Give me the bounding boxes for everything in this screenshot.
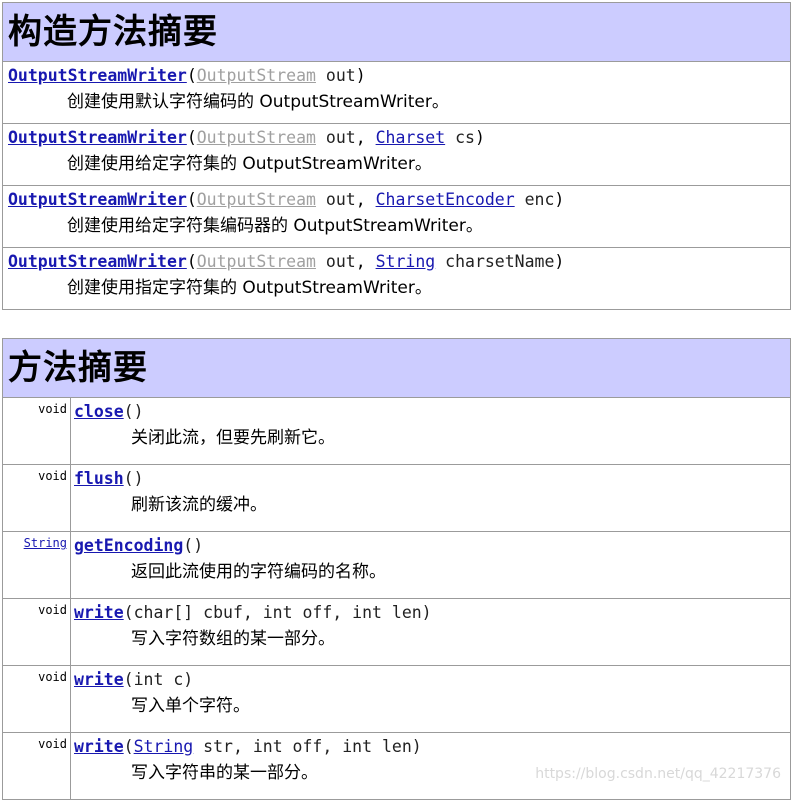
constructor-cell: OutputStreamWriter(OutputStream out) 创建使用… bbox=[2, 61, 791, 124]
param-type-link[interactable]: String bbox=[134, 737, 194, 756]
method-signature: close() bbox=[71, 398, 790, 422]
return-type: void bbox=[38, 469, 67, 483]
method-name-link[interactable]: write bbox=[74, 603, 124, 622]
return-type-link[interactable]: String bbox=[24, 536, 67, 550]
constructor-summary-header: 构造方法摘要 bbox=[2, 2, 791, 62]
method-description: 返回此流使用的字符编码的名称。 bbox=[131, 562, 386, 582]
method-cell: write(int c) 写入单个字符。 bbox=[70, 665, 791, 733]
method-name-link[interactable]: write bbox=[74, 737, 124, 756]
return-type: void bbox=[38, 737, 67, 751]
method-params: (char[] cbuf, int off, int len) bbox=[123, 603, 432, 622]
param-type-link[interactable]: Charset bbox=[376, 128, 446, 147]
param-name: charsetName bbox=[435, 252, 555, 271]
constructor-signature: OutputStreamWriter(OutputStream out, Cha… bbox=[8, 190, 565, 209]
param-type-link[interactable]: String bbox=[376, 252, 436, 271]
method-summary-table: 方法摘要 void close() 关闭此流，但要先刷新它。 void flush() 刷… bbox=[2, 338, 791, 800]
param-name: out bbox=[315, 252, 356, 271]
table-row: void flush() 刷新该流的缓冲。 bbox=[2, 464, 791, 532]
method-description: 写入单个字符。 bbox=[131, 696, 250, 716]
method-params-rest: str, int off, int len) bbox=[193, 737, 422, 756]
param-name: out bbox=[315, 66, 356, 85]
method-summary-title: 方法摘要 bbox=[8, 348, 148, 388]
method-signature: getEncoding() bbox=[71, 532, 790, 556]
return-type-cell: void bbox=[2, 598, 71, 666]
method-signature: flush() bbox=[71, 465, 790, 489]
table-row: void close() 关闭此流，但要先刷新它。 bbox=[2, 397, 791, 465]
method-params-rest: ) bbox=[133, 469, 144, 488]
method-params-rest: ) bbox=[193, 536, 204, 555]
table-row: OutputStreamWriter(OutputStream out, Cha… bbox=[2, 185, 791, 248]
method-params: ( bbox=[123, 469, 134, 488]
return-type-cell: void bbox=[2, 665, 71, 733]
param-type-link[interactable]: OutputStream bbox=[197, 190, 316, 209]
method-signature: write(int c) bbox=[71, 666, 790, 690]
return-type-cell: void bbox=[2, 397, 71, 465]
watermark: https://blog.csdn.net/qq_42217376 bbox=[535, 766, 781, 782]
method-cell: getEncoding() 返回此流使用的字符编码的名称。 bbox=[70, 531, 791, 599]
method-params: (int c) bbox=[123, 670, 194, 689]
method-signature: write(String str, int off, int len) bbox=[71, 733, 790, 757]
method-params: ( bbox=[183, 536, 194, 555]
param-name: enc bbox=[514, 190, 555, 209]
method-name-link[interactable]: getEncoding bbox=[74, 536, 183, 555]
param-name: cs bbox=[445, 128, 475, 147]
constructor-cell: OutputStreamWriter(OutputStream out, Cha… bbox=[2, 185, 791, 248]
return-type-cell: void bbox=[2, 732, 71, 800]
constructor-signature: OutputStreamWriter(OutputStream out, Cha… bbox=[8, 128, 485, 147]
method-cell: flush() 刷新该流的缓冲。 bbox=[70, 464, 791, 532]
constructor-description: 创建使用给定字符集的 OutputStreamWriter。 bbox=[67, 154, 432, 174]
table-row: OutputStreamWriter(OutputStream out, Str… bbox=[2, 247, 791, 310]
param-name: out bbox=[315, 128, 356, 147]
constructor-name-link[interactable]: OutputStreamWriter bbox=[8, 252, 187, 271]
table-row: String getEncoding() 返回此流使用的字符编码的名称。 bbox=[2, 531, 791, 599]
constructor-summary-table: 构造方法摘要 OutputStreamWriter(OutputStream o… bbox=[2, 2, 791, 310]
param-type-link[interactable]: OutputStream bbox=[197, 66, 316, 85]
method-name-link[interactable]: write bbox=[74, 670, 124, 689]
table-row: OutputStreamWriter(OutputStream out) 创建使用… bbox=[2, 61, 791, 124]
return-type-cell: String bbox=[2, 531, 71, 599]
param-type-link[interactable]: CharsetEncoder bbox=[376, 190, 515, 209]
constructor-name-link[interactable]: OutputStreamWriter bbox=[8, 190, 187, 209]
param-type-link[interactable]: OutputStream bbox=[197, 128, 316, 147]
method-cell: write(char[] cbuf, int off, int len) 写入字符… bbox=[70, 598, 791, 666]
return-type: void bbox=[38, 603, 67, 617]
method-summary-header: 方法摘要 bbox=[2, 338, 791, 398]
method-signature: write(char[] cbuf, int off, int len) bbox=[71, 599, 790, 623]
method-params: ( bbox=[123, 402, 134, 421]
constructor-cell: OutputStreamWriter(OutputStream out, Str… bbox=[2, 247, 791, 310]
constructor-name-link[interactable]: OutputStreamWriter bbox=[8, 128, 187, 147]
method-description: 写入字符数组的某一部分。 bbox=[131, 629, 335, 649]
constructor-cell: OutputStreamWriter(OutputStream out, Cha… bbox=[2, 123, 791, 186]
method-params-rest: ) bbox=[133, 402, 144, 421]
method-cell: close() 关闭此流，但要先刷新它。 bbox=[70, 397, 791, 465]
constructor-summary-title: 构造方法摘要 bbox=[8, 12, 218, 52]
method-name-link[interactable]: close bbox=[74, 402, 124, 421]
constructor-description: 创建使用给定字符集编码器的 OutputStreamWriter。 bbox=[67, 216, 483, 236]
table-row: void write(char[] cbuf, int off, int len)… bbox=[2, 598, 791, 666]
return-type: void bbox=[38, 670, 67, 684]
return-type: void bbox=[38, 402, 67, 416]
method-name-link[interactable]: flush bbox=[74, 469, 124, 488]
method-description: 刷新该流的缓冲。 bbox=[131, 495, 267, 515]
constructor-name-link[interactable]: OutputStreamWriter bbox=[8, 66, 187, 85]
constructor-description: 创建使用指定字符集的 OutputStreamWriter。 bbox=[67, 278, 432, 298]
table-row: OutputStreamWriter(OutputStream out, Cha… bbox=[2, 123, 791, 186]
param-type-link[interactable]: OutputStream bbox=[197, 252, 316, 271]
constructor-signature: OutputStreamWriter(OutputStream out) bbox=[8, 66, 366, 85]
method-description: 关闭此流，但要先刷新它。 bbox=[131, 428, 335, 448]
return-type-cell: void bbox=[2, 464, 71, 532]
constructor-signature: OutputStreamWriter(OutputStream out, Str… bbox=[8, 252, 565, 271]
constructor-description: 创建使用默认字符编码的 OutputStreamWriter。 bbox=[67, 92, 449, 112]
param-name: out bbox=[315, 190, 356, 209]
method-params: ( bbox=[123, 737, 134, 756]
table-row: void write(int c) 写入单个字符。 bbox=[2, 665, 791, 733]
